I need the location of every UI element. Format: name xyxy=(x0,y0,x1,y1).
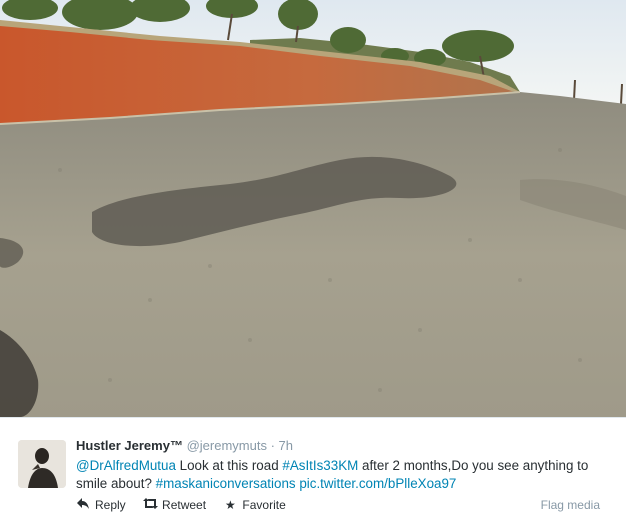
avatar-image xyxy=(18,440,66,488)
header-separator: · xyxy=(270,438,275,453)
reply-label: Reply xyxy=(95,498,126,512)
favorite-button[interactable]: ★ Favorite xyxy=(223,498,286,512)
tweet-text: @DrAlfredMutua Look at this road #AsItIs… xyxy=(76,457,606,492)
tweet-content: Hustler Jeremy™ @jeremymuts · 7h @DrAlfr… xyxy=(76,438,606,492)
star-icon: ★ xyxy=(225,498,236,512)
tweet-author-name[interactable]: Hustler Jeremy™ xyxy=(76,438,183,453)
media-link[interactable]: pic.twitter.com/bPlleXoa97 xyxy=(299,476,456,491)
retweet-button[interactable]: Retweet xyxy=(143,498,206,512)
favorite-label: Favorite xyxy=(242,498,286,512)
hashtag-link[interactable]: #AsItIs33KM xyxy=(282,458,358,473)
flag-media-link[interactable]: Flag media xyxy=(541,498,600,512)
tweet-card: Hustler Jeremy™ @jeremymuts · 7h @DrAlfr… xyxy=(0,417,626,532)
reply-arrow-icon xyxy=(76,498,90,512)
avatar[interactable] xyxy=(18,440,66,488)
retweet-icon xyxy=(143,498,159,512)
tweet-timestamp[interactable]: 7h xyxy=(279,438,293,453)
tweet-author-username[interactable]: @jeremymuts xyxy=(187,438,267,453)
mention-link[interactable]: @DrAlfredMutua xyxy=(76,458,176,473)
retweet-label: Retweet xyxy=(162,498,207,512)
hashtag-link[interactable]: #maskaniconversations xyxy=(156,476,296,491)
road-photo xyxy=(0,0,626,417)
tweet-header: Hustler Jeremy™ @jeremymuts · 7h xyxy=(76,438,606,454)
reply-button[interactable]: Reply xyxy=(76,498,126,512)
tweet-actions: Reply Retweet ★ Favorite xyxy=(76,498,300,512)
tweet-text-segment: Look at this road xyxy=(175,458,283,473)
tweet-media-photo[interactable] xyxy=(0,0,626,417)
